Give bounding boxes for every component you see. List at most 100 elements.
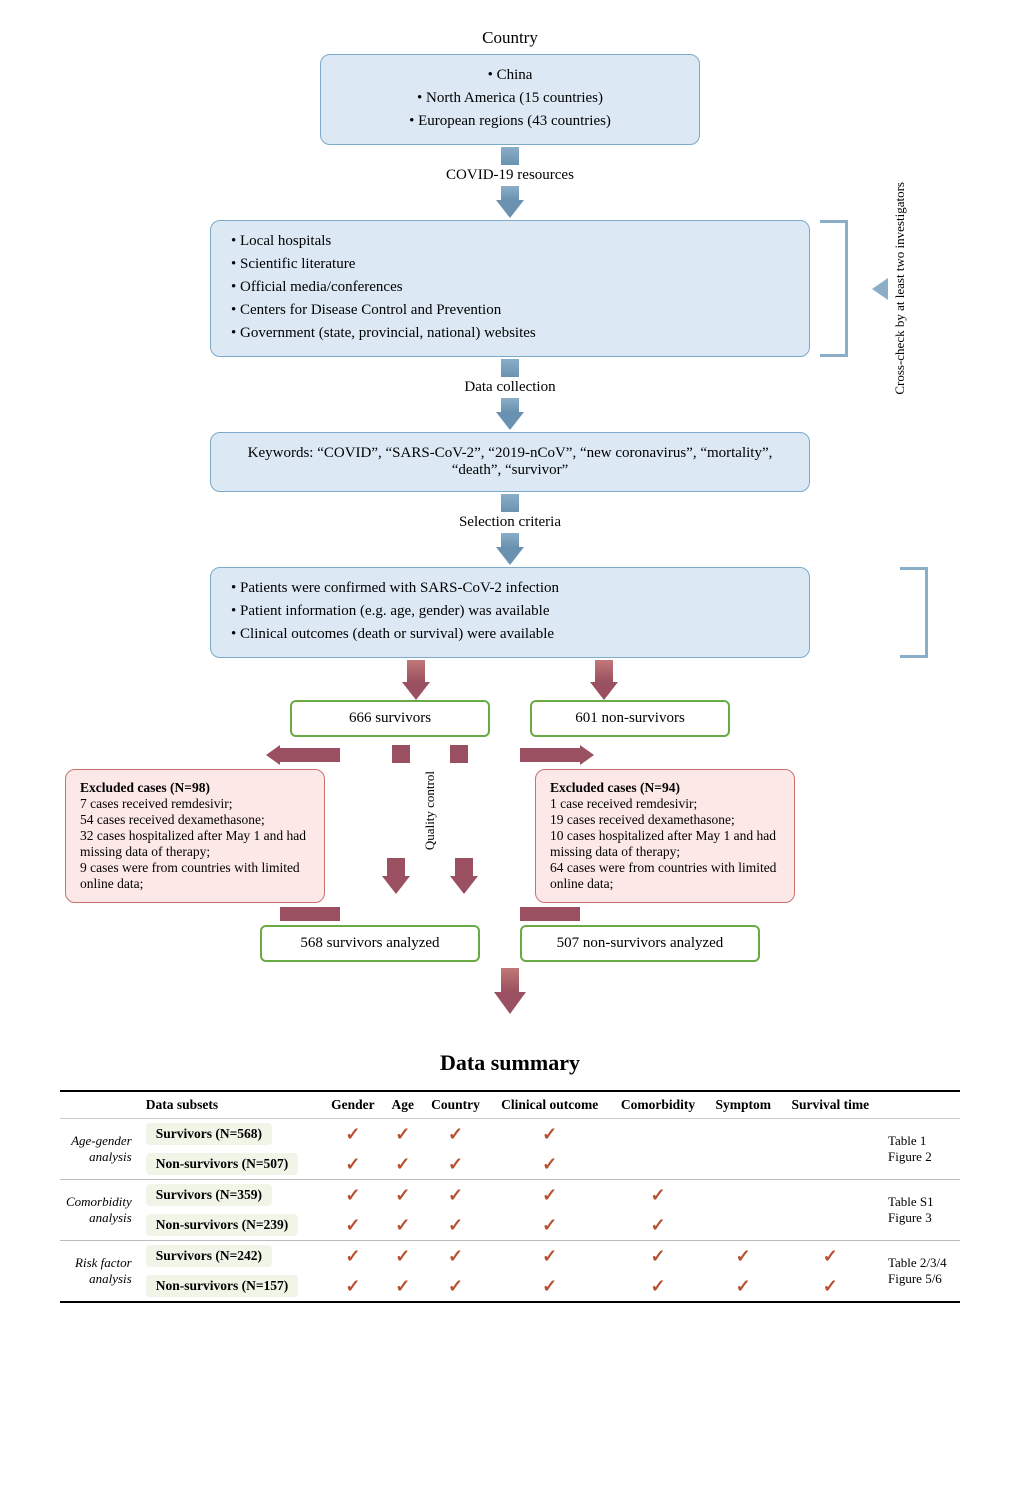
check-cell: ✓ — [322, 1271, 384, 1302]
col-header-comorbidity: Comorbidity — [610, 1091, 706, 1119]
check-cell: ✓ — [384, 1241, 422, 1272]
check-cell — [781, 1210, 880, 1241]
excluded-left-box: Excluded cases (N=98) 7 cases received r… — [65, 769, 325, 903]
subset-label: Survivors (N=359) — [140, 1180, 322, 1211]
check-cell: ✓ — [384, 1149, 422, 1180]
check-cell: ✓ — [322, 1210, 384, 1241]
resources-box: Local hospitals Scientific literature Of… — [210, 220, 810, 357]
selection-box: Patients were confirmed with SARS-CoV-2 … — [210, 567, 810, 658]
check-cell — [706, 1210, 781, 1241]
country-box: China North America (15 countries) Europ… — [320, 54, 700, 145]
check-cell: ✓ — [422, 1241, 489, 1272]
excluded-right-item-2: 19 cases received dexamethasone; — [550, 812, 780, 828]
check-cell — [706, 1180, 781, 1211]
check-cell: ✓ — [489, 1119, 610, 1150]
resource-1: Local hospitals — [231, 231, 789, 252]
check-cell: ✓ — [422, 1271, 489, 1302]
resource-5: Government (state, provincial, national)… — [231, 323, 789, 344]
survivors-count-box: 666 survivors — [290, 700, 490, 737]
check-cell — [610, 1149, 706, 1180]
check-cell: ✓ — [610, 1210, 706, 1241]
check-cell: ✓ — [489, 1180, 610, 1211]
excluded-left-item-3: 32 cases hospitalized after May 1 and ha… — [80, 828, 310, 860]
keyword-text: Keywords: “COVID”, “SARS-CoV-2”, “2019-n… — [248, 445, 773, 478]
check-cell: ✓ — [489, 1149, 610, 1180]
check-cell: ✓ — [422, 1210, 489, 1241]
check-cell: ✓ — [610, 1271, 706, 1302]
excluded-right-item-4: 64 cases were from countries with limite… — [550, 860, 780, 892]
analyzed-right-box: 507 non-survivors analyzed — [520, 925, 760, 962]
non-survivors-count-box: 601 non-survivors — [530, 700, 730, 737]
check-cell: ✓ — [384, 1210, 422, 1241]
check-cell: ✓ — [610, 1241, 706, 1272]
excluded-left-item-4: 9 cases were from countries with limited… — [80, 860, 310, 892]
check-cell: ✓ — [384, 1271, 422, 1302]
check-cell: ✓ — [384, 1119, 422, 1150]
col-header-age: Age — [384, 1091, 422, 1119]
subset-label: Non-survivors (N=507) — [140, 1149, 322, 1180]
excluded-right-item-1: 1 case received remdesivir; — [550, 796, 780, 812]
analyzed-left: 568 survivors analyzed — [300, 935, 439, 951]
check-cell — [781, 1149, 880, 1180]
check-cell: ✓ — [781, 1241, 880, 1272]
check-cell — [781, 1180, 880, 1211]
check-cell: ✓ — [322, 1241, 384, 1272]
group-label: Comorbidityanalysis — [60, 1180, 140, 1241]
selection-2: Patient information (e.g. age, gender) w… — [231, 601, 789, 622]
data-summary-title: Data summary — [60, 1050, 960, 1076]
data-collection-label: Data collection — [464, 379, 555, 396]
col-header-survival: Survival time — [781, 1091, 880, 1119]
group-label: Risk factoranalysis — [60, 1241, 140, 1303]
excluded-left-title: Excluded cases (N=98) — [80, 780, 310, 796]
check-cell: ✓ — [422, 1149, 489, 1180]
excluded-left-item-2: 54 cases received dexamethasone; — [80, 812, 310, 828]
selection-3: Clinical outcomes (death or survival) we… — [231, 624, 789, 645]
excluded-left-item-1: 7 cases received remdesivir; — [80, 796, 310, 812]
arrow-to-nonsurvivors — [590, 660, 618, 700]
country-title: Country — [482, 28, 538, 48]
analyzed-right: 507 non-survivors analyzed — [557, 935, 724, 951]
group-label: Age-genderanalysis — [60, 1119, 140, 1180]
check-cell: ✓ — [489, 1241, 610, 1272]
check-cell: ✓ — [781, 1271, 880, 1302]
check-cell: ✓ — [489, 1271, 610, 1302]
arrow-to-survivors — [402, 660, 430, 700]
non-survivors-count: 601 non-survivors — [575, 710, 685, 726]
country-item-1: China — [341, 65, 679, 86]
subset-label: Non-survivors (N=157) — [140, 1271, 322, 1302]
col-header-clinical: Clinical outcome — [489, 1091, 610, 1119]
check-cell: ✓ — [489, 1210, 610, 1241]
check-cell — [610, 1119, 706, 1150]
excluded-right-item-3: 10 cases hospitalized after May 1 and ha… — [550, 828, 780, 860]
col-header-gender: Gender — [322, 1091, 384, 1119]
cross-check-label: Cross-check by at least two investigator… — [892, 182, 908, 395]
analyzed-left-box: 568 survivors analyzed — [260, 925, 480, 962]
check-cell — [706, 1149, 781, 1180]
resource-4: Centers for Disease Control and Preventi… — [231, 300, 789, 321]
country-list: China North America (15 countries) Europ… — [341, 65, 679, 132]
col-header-country: Country — [422, 1091, 489, 1119]
selection-1: Patients were confirmed with SARS-CoV-2 … — [231, 578, 789, 599]
subset-label: Survivors (N=242) — [140, 1241, 322, 1272]
check-cell: ✓ — [610, 1180, 706, 1211]
check-cell: ✓ — [322, 1180, 384, 1211]
quality-control-label: Quality control — [422, 771, 438, 850]
check-cell: ✓ — [422, 1119, 489, 1150]
check-cell — [706, 1119, 781, 1150]
check-cell: ✓ — [706, 1271, 781, 1302]
country-item-3: European regions (43 countries) — [341, 111, 679, 132]
col-header-subsets: Data subsets — [140, 1091, 322, 1119]
ref-label: Table 2/3/4Figure 5/6 — [880, 1241, 960, 1303]
keyword-box: Keywords: “COVID”, “SARS-CoV-2”, “2019-n… — [210, 432, 810, 492]
check-cell: ✓ — [384, 1180, 422, 1211]
check-cell: ✓ — [422, 1180, 489, 1211]
covid-resources-label: COVID-19 resources — [446, 167, 574, 184]
data-summary-section: Data summary Data subsets Gender Age Cou… — [60, 1050, 960, 1303]
check-cell: ✓ — [706, 1241, 781, 1272]
data-summary-table: Data subsets Gender Age Country Clinical… — [60, 1090, 960, 1303]
selection-list: Patients were confirmed with SARS-CoV-2 … — [231, 578, 789, 645]
check-cell: ✓ — [322, 1149, 384, 1180]
ref-label: Table 1Figure 2 — [880, 1119, 960, 1180]
country-item-2: North America (15 countries) — [341, 88, 679, 109]
subset-label: Non-survivors (N=239) — [140, 1210, 322, 1241]
